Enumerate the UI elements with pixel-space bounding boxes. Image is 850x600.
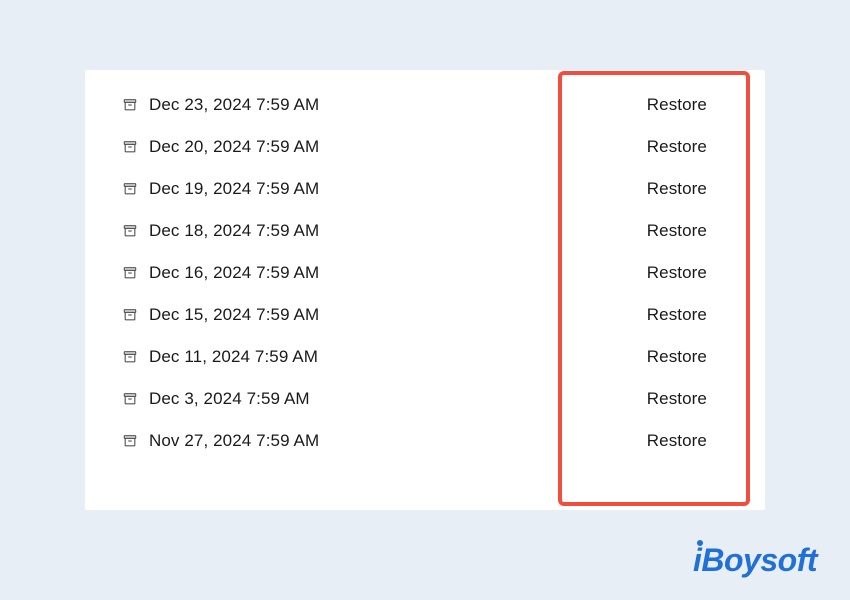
restore-button[interactable]: Restore [647,137,707,157]
backup-date: Dec 3, 2024 7:59 AM [149,389,310,409]
backup-list: Dec 23, 2024 7:59 AM Restore Dec 20, 202… [85,70,765,462]
brand-text: iBoysoft [693,542,817,578]
archive-icon [123,392,137,406]
backup-date: Dec 15, 2024 7:59 AM [149,305,319,325]
list-item: Dec 3, 2024 7:59 AM Restore [85,378,765,420]
list-item: Dec 11, 2024 7:59 AM Restore [85,336,765,378]
restore-button[interactable]: Restore [647,347,707,367]
restore-button[interactable]: Restore [647,179,707,199]
restore-button[interactable]: Restore [647,263,707,283]
list-item-left: Dec 11, 2024 7:59 AM [123,347,318,367]
list-item-left: Dec 3, 2024 7:59 AM [123,389,310,409]
list-item: Dec 15, 2024 7:59 AM Restore [85,294,765,336]
archive-icon [123,182,137,196]
archive-icon [123,350,137,364]
archive-icon [123,98,137,112]
list-item-left: Dec 23, 2024 7:59 AM [123,95,319,115]
backup-date: Dec 23, 2024 7:59 AM [149,95,319,115]
list-item: Dec 18, 2024 7:59 AM Restore [85,210,765,252]
restore-button[interactable]: Restore [647,431,707,451]
archive-icon [123,266,137,280]
list-item-left: Dec 16, 2024 7:59 AM [123,263,319,283]
backup-date: Nov 27, 2024 7:59 AM [149,431,319,451]
backup-list-panel: Dec 23, 2024 7:59 AM Restore Dec 20, 202… [85,70,765,510]
list-item-left: Dec 18, 2024 7:59 AM [123,221,319,241]
list-item-left: Dec 19, 2024 7:59 AM [123,179,319,199]
restore-button[interactable]: Restore [647,221,707,241]
archive-icon [123,140,137,154]
brand-logo: iBoysoft [693,542,817,579]
backup-date: Dec 20, 2024 7:59 AM [149,137,319,157]
list-item: Dec 23, 2024 7:59 AM Restore [85,84,765,126]
list-item: Dec 19, 2024 7:59 AM Restore [85,168,765,210]
list-item-left: Dec 20, 2024 7:59 AM [123,137,319,157]
backup-date: Dec 18, 2024 7:59 AM [149,221,319,241]
archive-icon [123,224,137,238]
logo-dot-icon [697,540,703,546]
list-item: Dec 16, 2024 7:59 AM Restore [85,252,765,294]
list-item-left: Nov 27, 2024 7:59 AM [123,431,319,451]
backup-date: Dec 19, 2024 7:59 AM [149,179,319,199]
list-item: Dec 20, 2024 7:59 AM Restore [85,126,765,168]
restore-button[interactable]: Restore [647,95,707,115]
archive-icon [123,434,137,448]
list-item-left: Dec 15, 2024 7:59 AM [123,305,319,325]
backup-date: Dec 16, 2024 7:59 AM [149,263,319,283]
archive-icon [123,308,137,322]
restore-button[interactable]: Restore [647,389,707,409]
restore-button[interactable]: Restore [647,305,707,325]
list-item: Nov 27, 2024 7:59 AM Restore [85,420,765,462]
backup-date: Dec 11, 2024 7:59 AM [149,347,318,367]
